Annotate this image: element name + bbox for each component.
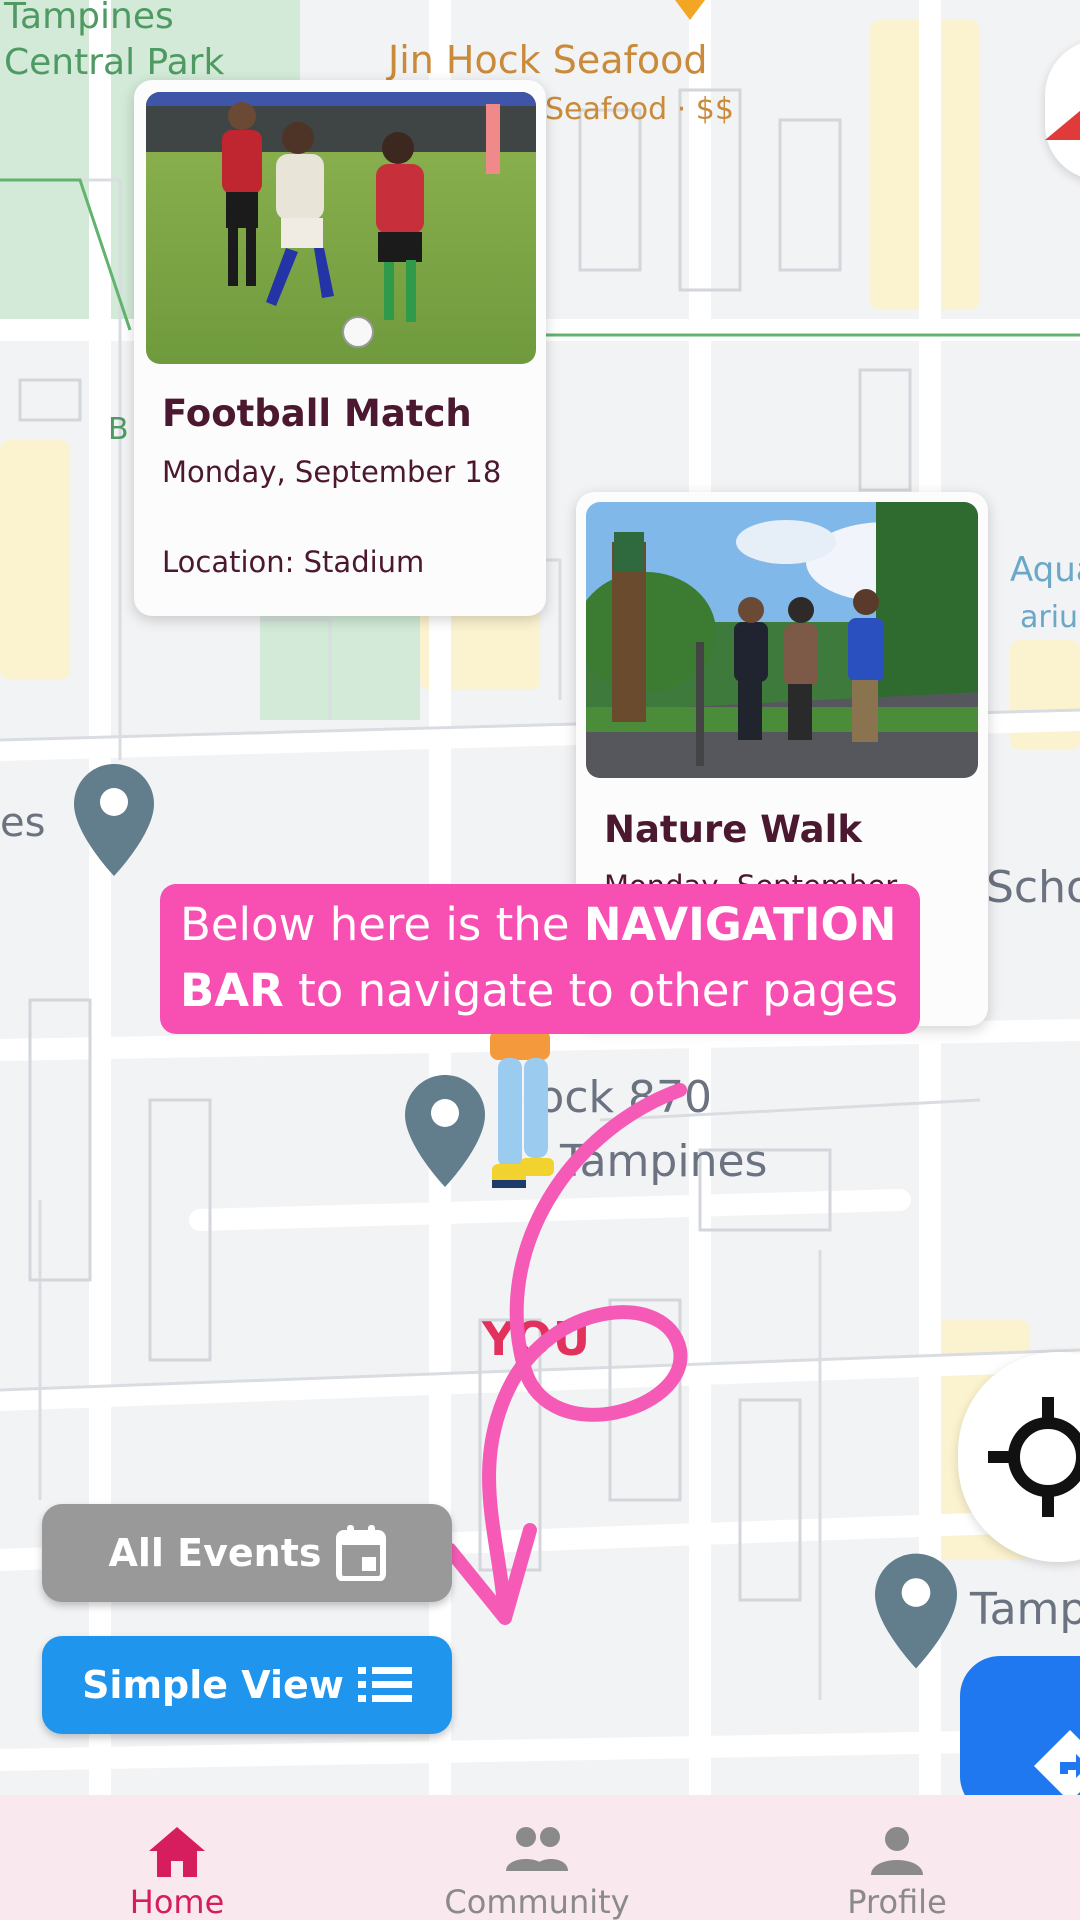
bottom-navigation-bar: Home Community Profile <box>0 1795 1080 1920</box>
profile-icon <box>871 1827 923 1875</box>
event-date: Monday, September 18 <box>162 455 502 489</box>
nav-item-community[interactable]: Community <box>407 1795 667 1920</box>
crosshair-icon <box>988 1397 1080 1517</box>
map-label-edge-school: Scho <box>986 862 1080 913</box>
nav-item-profile[interactable]: Profile <box>767 1795 1027 1920</box>
nav-label-community: Community <box>444 1883 630 1920</box>
simple-view-label: Simple View <box>82 1663 344 1707</box>
nav-label-home: Home <box>129 1883 225 1920</box>
simple-view-button[interactable]: Simple View <box>42 1636 452 1734</box>
event-location: Location: Stadium <box>162 545 425 579</box>
directions-icon <box>1034 1730 1080 1802</box>
list-icon <box>357 1667 412 1702</box>
tutorial-arrow-icon <box>443 1083 688 1625</box>
all-events-label: All Events <box>108 1531 322 1575</box>
map-label-edge-aqua1: Aqua <box>1010 550 1080 590</box>
location-pin-icon[interactable] <box>875 1552 957 1670</box>
tutorial-bold-1: NAVIGATION <box>583 898 897 951</box>
home-icon <box>149 1827 205 1877</box>
map-label-edge-b: B <box>108 412 129 447</box>
event-photo-nature <box>586 502 978 778</box>
map-label-edge-tamp: Tamp <box>970 1584 1080 1635</box>
location-pin-icon[interactable] <box>74 764 154 876</box>
tutorial-text-2: to navigate to other pages <box>283 964 899 1017</box>
event-photo-football <box>146 92 536 364</box>
tutorial-text-1: Below here is the <box>180 898 584 951</box>
app-screen: Tampines Central Park Jin Hock Seafood S… <box>0 0 1080 1920</box>
nav-label-profile: Profile <box>847 1883 947 1920</box>
map-label-restaurant: Jin Hock Seafood <box>388 38 708 82</box>
all-events-button[interactable]: All Events <box>42 1504 452 1602</box>
map-label-restaurant-sub: Seafood · $$ <box>545 92 734 127</box>
tutorial-callout: Below here is the NAVIGATION BAR to navi… <box>160 884 920 1034</box>
event-title: Football Match <box>162 392 472 435</box>
directions-button[interactable] <box>960 1656 1080 1816</box>
map-label-park: Tampines Central Park <box>4 0 225 83</box>
map-label-edge-left: es <box>0 800 46 846</box>
tutorial-bold-2: BAR <box>180 964 284 1017</box>
calendar-icon <box>335 1525 386 1581</box>
community-icon <box>506 1827 568 1871</box>
event-title: Nature Walk <box>604 808 862 851</box>
event-card-football[interactable]: Football Match Monday, September 18 Loca… <box>134 80 546 616</box>
map-label-edge-aqua2: arium <box>1020 600 1080 635</box>
nav-item-home[interactable]: Home <box>47 1795 307 1920</box>
compass-icon <box>1045 110 1080 140</box>
